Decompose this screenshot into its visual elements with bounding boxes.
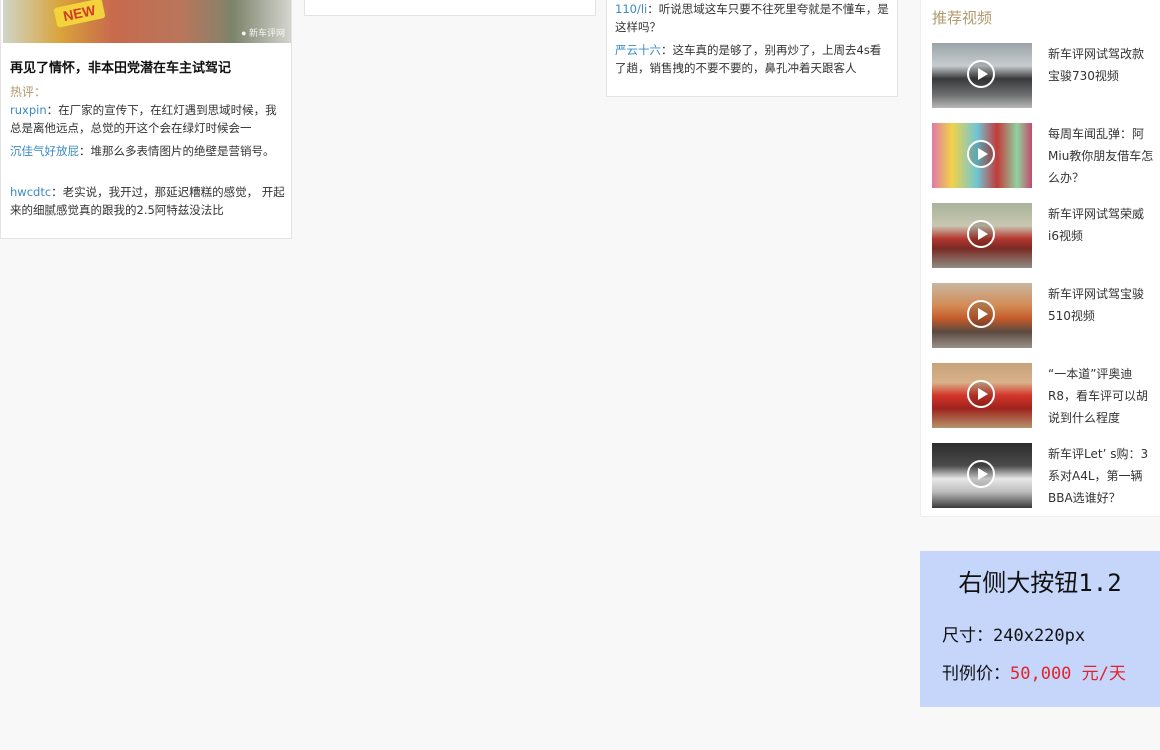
watermark: ● 新车评网 (241, 28, 285, 38)
comment-item: 严云十六：这车真的是够了，别再炒了，上周去4s看了趟，销售拽的不要不要的，鼻孔冲… (615, 41, 891, 77)
ad-size: 尺寸：240x220px (942, 621, 1085, 646)
ad-price-value: 50,000 元/天 (1010, 664, 1126, 684)
video-title[interactable]: 新车评网试驾改款宝骏730视频 (1048, 43, 1154, 87)
ad-placeholder[interactable]: 右侧大按钮1.2 尺寸：240x220px 刊例价：50,000 元/天 (920, 551, 1160, 707)
play-icon[interactable] (967, 60, 995, 88)
video-thumbnail[interactable] (932, 123, 1032, 188)
new-badge: NEW (53, 0, 106, 28)
comment-user[interactable]: ruxpin (10, 103, 47, 117)
play-icon[interactable] (967, 380, 995, 408)
comment-item: ruxpin：在厂家的宣传下，在红灯遇到思域时候，我总是离他远点，总觉的开这个会… (10, 101, 282, 137)
ad-price-label: 刊例价： (942, 664, 1010, 684)
article-thumbnail[interactable]: NEW ● 新车评网 (3, 0, 291, 43)
video-thumbnail[interactable] (932, 203, 1032, 268)
play-icon[interactable] (967, 300, 995, 328)
video-item[interactable]: 新车评网试驾荣威i6视频 (932, 203, 1157, 269)
article-card-right: 110/li：听说思域这车只要不往死里夸就是不懂车，是这样吗？ 严云十六：这车真… (606, 0, 898, 97)
comment-user[interactable]: 沉佳气好放屁 (10, 144, 79, 158)
comment-text: 堆那么多表情图片的绝壁是营销号。 (90, 144, 275, 158)
video-thumbnail[interactable] (932, 363, 1032, 428)
video-item[interactable]: “一本道”评奥迪R8，看车评可以胡说到什么程度 (932, 363, 1157, 429)
article-title[interactable]: 再见了情怀，非本田党潜在车主试驾记 (10, 57, 231, 76)
ad-size-label: 尺寸： (942, 626, 993, 646)
video-thumbnail[interactable] (932, 443, 1032, 508)
video-item[interactable]: 新车评网试驾改款宝骏730视频 (932, 43, 1157, 109)
video-thumbnail[interactable] (932, 283, 1032, 348)
comment-separator: ： (79, 144, 91, 158)
recommended-videos-panel: 推荐视频 新车评网试驾改款宝骏730视频 每周车闻乱弹：阿Miu教你朋友借车怎么… (920, 0, 1160, 517)
comment-item: hwcdtc：老实说，我开过，那延迟糟糕的感觉， 开起来的细腻感觉真的跟我的2.… (10, 183, 286, 219)
video-thumbnail[interactable] (932, 43, 1032, 108)
video-title[interactable]: 每周车闻乱弹：阿Miu教你朋友借车怎么办？ (1048, 123, 1154, 189)
hot-comments-label: 热评： (10, 85, 47, 99)
recommended-videos-title: 推荐视频 (932, 9, 993, 27)
video-item[interactable]: 新车评网试驾宝骏510视频 (932, 283, 1157, 349)
comment-separator: ： (647, 2, 659, 16)
comment-user[interactable]: 110/li (615, 2, 647, 16)
video-title[interactable]: “一本道”评奥迪R8，看车评可以胡说到什么程度 (1048, 363, 1154, 429)
article-card-middle (304, 0, 596, 16)
ad-size-value: 240x220px (993, 626, 1086, 646)
video-title[interactable]: 新车评网试驾荣威i6视频 (1048, 203, 1154, 247)
comment-separator: ： (51, 185, 63, 199)
video-item[interactable]: 每周车闻乱弹：阿Miu教你朋友借车怎么办？ (932, 123, 1157, 189)
comment-user[interactable]: 严云十六 (615, 43, 661, 57)
comment-item: 沉佳气好放屁：堆那么多表情图片的绝壁是营销号。 (10, 142, 282, 160)
comment-user[interactable]: hwcdtc (10, 185, 51, 199)
video-title[interactable]: 新车评Let’ s购：3系对A4L，第一辆BBA选谁好？ (1048, 443, 1154, 509)
play-icon[interactable] (967, 140, 995, 168)
comment-separator: ： (46, 103, 59, 117)
ad-price-row: 刊例价：50,000 元/天 (942, 659, 1126, 684)
video-item[interactable]: 新车评Let’ s购：3系对A4L，第一辆BBA选谁好？ (932, 443, 1157, 509)
article-card-left: NEW ● 新车评网 再见了情怀，非本田党潜在车主试驾记 热评： ruxpin：… (0, 0, 292, 239)
comment-item: 110/li：听说思域这车只要不往死里夸就是不懂车，是这样吗？ (615, 0, 891, 36)
play-icon[interactable] (967, 220, 995, 248)
ad-title: 右侧大按钮1.2 (958, 569, 1122, 597)
video-title[interactable]: 新车评网试驾宝骏510视频 (1048, 283, 1154, 327)
comment-separator: ： (661, 43, 673, 57)
play-icon[interactable] (967, 460, 995, 488)
